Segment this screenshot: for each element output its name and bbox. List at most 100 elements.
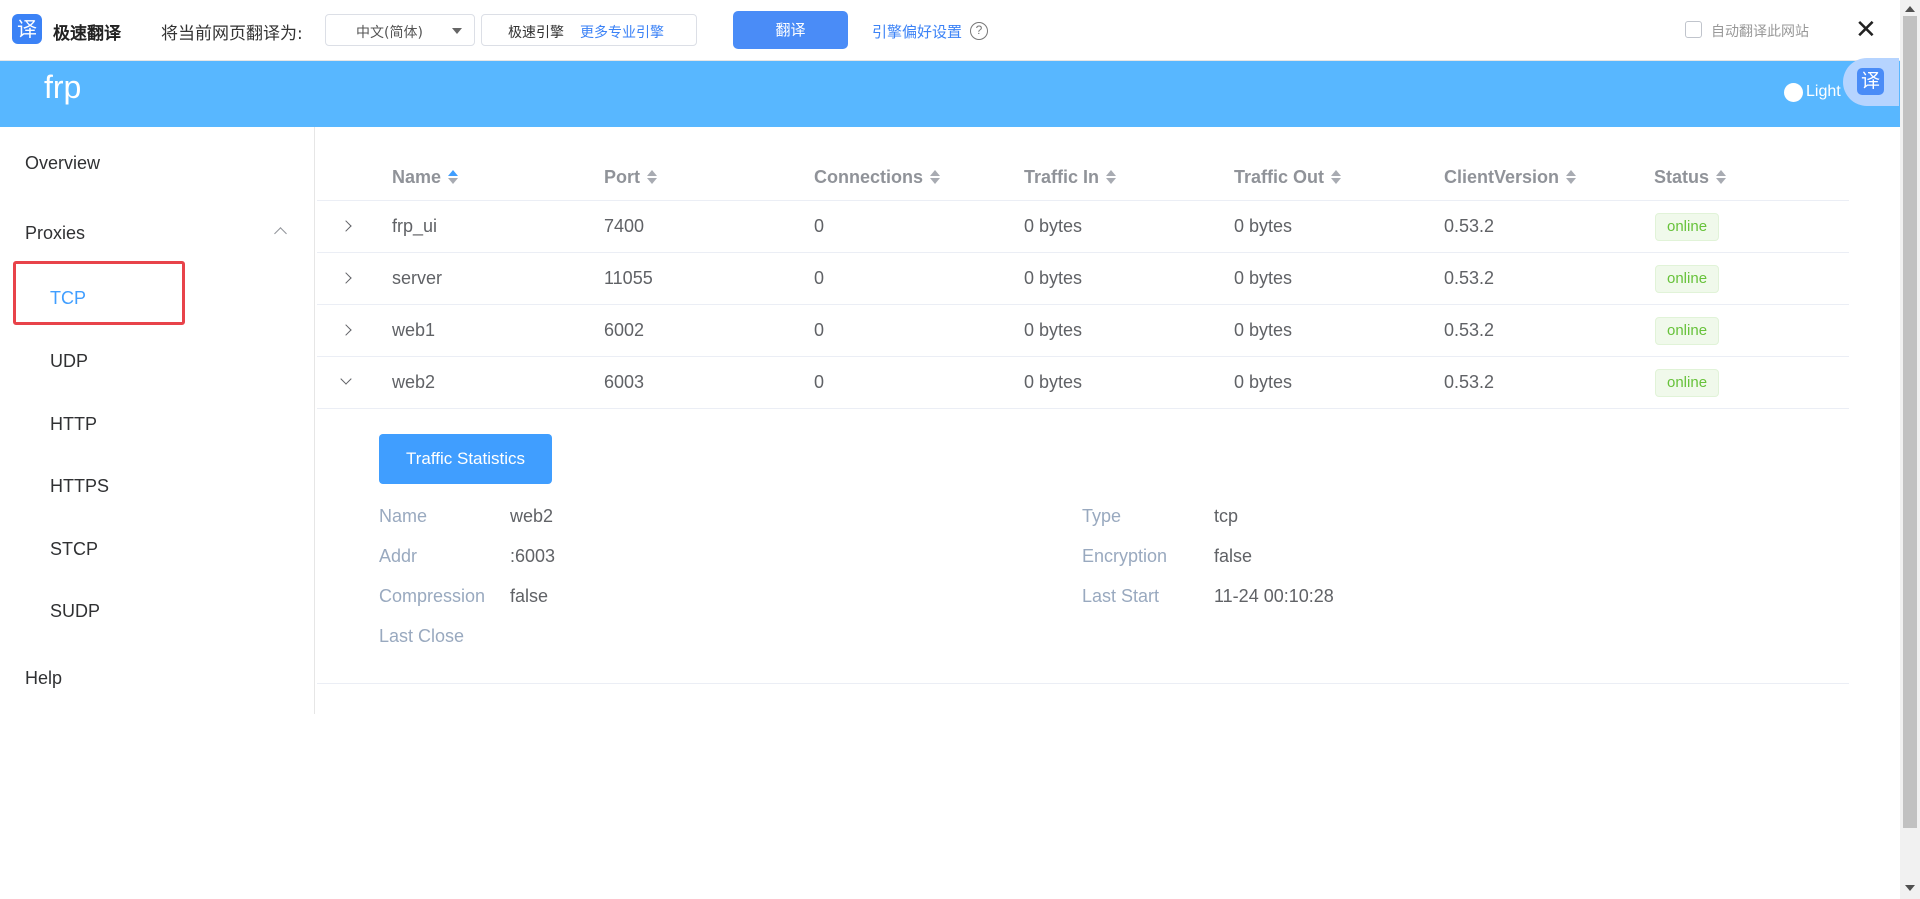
page-scrollbar[interactable]: [1900, 0, 1920, 899]
detail-addr-value: :6003: [510, 546, 556, 566]
status-badge: online: [1655, 265, 1720, 293]
engine-preferences-link[interactable]: 引擎偏好设置: [872, 21, 962, 42]
status-badge: online: [1655, 213, 1720, 241]
sort-icon[interactable]: [1330, 169, 1342, 185]
sidebar-item-http[interactable]: HTTP: [50, 414, 97, 435]
sort-icon[interactable]: [646, 169, 658, 185]
auto-translate-label[interactable]: 自动翻译此网站: [1711, 21, 1809, 41]
cell-connections: 0: [814, 216, 825, 236]
cell-traffic-out: 0 bytes: [1234, 372, 1293, 392]
theme-toggle[interactable]: Light: [1782, 81, 1844, 103]
proxy-table: Name Port Connections Traffic In Traffic…: [317, 151, 1849, 684]
cell-port: 11055: [604, 268, 653, 288]
detail-type-value: tcp: [1214, 506, 1239, 526]
target-language-value: 中文(简体): [356, 25, 423, 41]
cell-connections: 0: [814, 320, 825, 340]
target-language-select[interactable]: 中文(简体): [325, 14, 475, 46]
cell-name: server: [392, 268, 443, 288]
sort-icon[interactable]: [1715, 169, 1727, 185]
sidebar-item-help[interactable]: Help: [25, 668, 62, 689]
cell-traffic-in: 0 bytes: [1024, 216, 1083, 236]
column-header-client-version[interactable]: ClientVersion: [1444, 167, 1577, 188]
detail-addr-label: Addr: [379, 546, 418, 566]
cell-name: web1: [392, 320, 436, 340]
status-badge: online: [1655, 369, 1720, 397]
table-row[interactable]: frp_ui 7400 0 0 bytes 0 bytes 0.53.2 onl…: [317, 201, 1849, 253]
translate-logo-icon: 译: [12, 14, 42, 44]
column-label: ClientVersion: [1444, 167, 1560, 187]
column-header-status[interactable]: Status: [1654, 167, 1727, 188]
engine-selector[interactable]: 极速引擎 更多专业引擎: [481, 14, 697, 46]
column-header-traffic-out[interactable]: Traffic Out: [1234, 167, 1342, 188]
detail-compression-value: false: [510, 586, 549, 606]
cell-traffic-out: 0 bytes: [1234, 320, 1293, 340]
column-label: Connections: [814, 167, 924, 187]
auto-translate-checkbox[interactable]: [1685, 21, 1702, 38]
table-row[interactable]: server 11055 0 0 bytes 0 bytes 0.53.2 on…: [317, 253, 1849, 305]
sidebar-item-overview[interactable]: Overview: [25, 153, 100, 174]
sidebar-item-udp[interactable]: UDP: [50, 351, 88, 372]
translate-prompt: 将当前网页翻译为:: [161, 24, 303, 44]
detail-name-value: web2: [510, 506, 554, 526]
cell-traffic-out: 0 bytes: [1234, 268, 1293, 288]
sidebar: Overview Proxies TCP UDP HTTP HTTPS STCP…: [0, 127, 315, 714]
column-label: Name: [392, 167, 442, 187]
status-badge: online: [1655, 317, 1720, 345]
scroll-thumb[interactable]: [1903, 16, 1917, 828]
cell-port: 6003: [604, 372, 645, 392]
translate-icon: 译: [1857, 68, 1884, 95]
chevron-down-icon: [452, 28, 462, 34]
app-header: frp Light: [0, 61, 1900, 127]
translate-toolbar: 译 极速翻译 将当前网页翻译为: 中文(简体) 极速引擎 更多专业引擎 翻译 引…: [0, 0, 1900, 61]
expand-chevron-icon[interactable]: [340, 220, 352, 232]
column-label: Status: [1654, 167, 1710, 187]
close-icon[interactable]: ✕: [1855, 16, 1877, 42]
current-engine[interactable]: 极速引擎: [508, 22, 564, 42]
sort-icon[interactable]: [447, 169, 459, 185]
translate-float-button[interactable]: 译: [1843, 58, 1899, 106]
column-header-name[interactable]: Name: [392, 167, 459, 188]
traffic-statistics-button[interactable]: Traffic Statistics: [379, 434, 552, 484]
detail-last-start-value: 11-24 00:10:28: [1214, 586, 1334, 606]
app-title[interactable]: frp: [44, 69, 81, 106]
column-header-traffic-in[interactable]: Traffic In: [1024, 167, 1117, 188]
more-engines-link[interactable]: 更多专业引擎: [580, 22, 664, 42]
expanded-row-detail: Traffic Statistics Name web2 Addr :6003 …: [317, 409, 1849, 684]
column-header-port[interactable]: Port: [604, 167, 658, 188]
sort-icon[interactable]: [1105, 169, 1117, 185]
detail-type-label: Type: [1082, 506, 1122, 526]
cell-traffic-out: 0 bytes: [1234, 216, 1293, 236]
cell-client-version: 0.53.2: [1444, 216, 1495, 236]
cell-name: web2: [392, 372, 436, 392]
sidebar-item-stcp[interactable]: STCP: [50, 539, 98, 560]
translate-brand: 极速翻译: [53, 24, 121, 44]
cell-client-version: 0.53.2: [1444, 320, 1495, 340]
column-header-connections[interactable]: Connections: [814, 167, 941, 188]
cell-traffic-in: 0 bytes: [1024, 372, 1083, 392]
cell-connections: 0: [814, 372, 825, 392]
table-row[interactable]: web1 6002 0 0 bytes 0 bytes 0.53.2 onlin…: [317, 305, 1849, 357]
expand-chevron-icon[interactable]: [340, 324, 352, 336]
cell-traffic-in: 0 bytes: [1024, 268, 1083, 288]
scroll-up-icon[interactable]: [1905, 6, 1915, 12]
translate-button[interactable]: 翻译: [733, 11, 848, 49]
sidebar-item-sudp[interactable]: SUDP: [50, 601, 100, 622]
chevron-up-icon[interactable]: [274, 227, 287, 240]
cell-port: 6002: [604, 320, 645, 340]
sort-icon[interactable]: [929, 169, 941, 185]
help-icon[interactable]: ?: [970, 22, 988, 40]
column-label: Traffic In: [1024, 167, 1100, 187]
expand-chevron-icon[interactable]: [340, 272, 352, 284]
scroll-down-icon[interactable]: [1905, 885, 1915, 891]
table-row[interactable]: web2 6003 0 0 bytes 0 bytes 0.53.2 onlin…: [317, 357, 1849, 409]
sidebar-item-proxies[interactable]: Proxies: [25, 223, 85, 244]
cell-client-version: 0.53.2: [1444, 372, 1495, 392]
sort-icon[interactable]: [1565, 169, 1577, 185]
toggle-knob: [1784, 83, 1803, 102]
detail-last-start-label: Last Start: [1082, 586, 1160, 606]
column-label: Port: [604, 167, 640, 187]
sidebar-item-https[interactable]: HTTPS: [50, 476, 109, 497]
cell-client-version: 0.53.2: [1444, 268, 1495, 288]
detail-compression-label: Compression: [379, 586, 486, 606]
collapse-chevron-icon[interactable]: [340, 373, 352, 385]
